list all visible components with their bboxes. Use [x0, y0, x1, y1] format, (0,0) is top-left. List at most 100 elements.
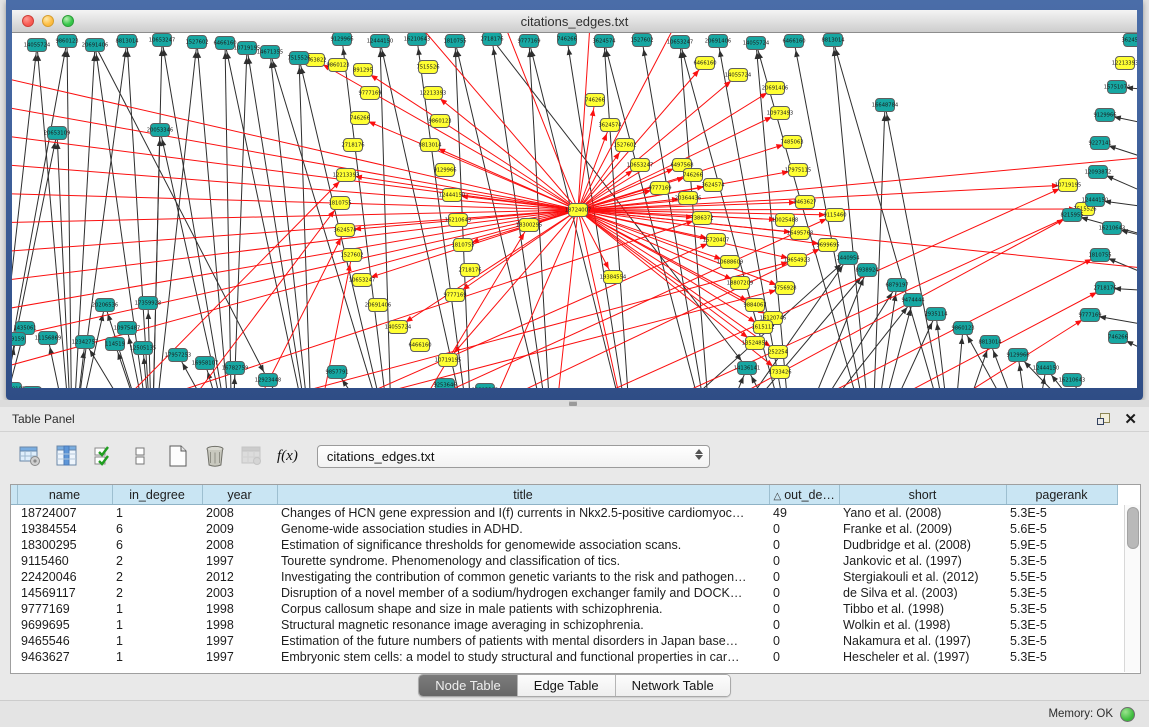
column-header-year[interactable]: year — [202, 485, 277, 505]
graph-edge[interactable] — [578, 210, 632, 388]
graph-edge[interactable] — [270, 52, 392, 388]
float-panel-icon[interactable] — [1097, 413, 1110, 426]
cell-name[interactable]: 18300295 — [17, 537, 112, 553]
graph-node[interactable]: 12213393 — [333, 169, 359, 182]
cell-short[interactable]: Nakamura et al. (1997) — [839, 633, 1006, 649]
graph-node[interactable]: 10688609 — [717, 256, 743, 269]
graph-node[interactable]: 8813014 — [978, 336, 1002, 349]
table-row[interactable]: 1456911722003Disruption of a novel membe… — [11, 585, 1117, 601]
tab-edge-table[interactable]: Edge Table — [518, 675, 616, 696]
graph-node[interactable]: 3624574 — [598, 119, 622, 132]
graph-node[interactable]: 14055724 — [725, 69, 752, 82]
window-titlebar[interactable]: citations_edges.txt — [12, 10, 1137, 33]
graph-node[interactable]: 18300295 — [516, 219, 542, 232]
graph-node[interactable]: 16782759 — [222, 362, 248, 375]
graph-node[interactable]: 9857791 — [325, 366, 348, 379]
graph-node[interactable]: 9129966 — [433, 164, 456, 177]
cell-out_degree[interactable]: 49 — [769, 505, 839, 522]
graph-node[interactable]: 8215955 — [1060, 209, 1083, 222]
cell-name[interactable]: 19384554 — [17, 521, 112, 537]
graph-node[interactable]: 17975115 — [785, 164, 811, 177]
graph-node[interactable]: 9129966 — [1093, 109, 1116, 122]
graph-node[interactable]: 10025488 — [772, 214, 798, 227]
cell-name[interactable]: 9465546 — [17, 633, 112, 649]
table-row[interactable]: 1938455462009Genome-wide association stu… — [11, 521, 1117, 537]
cell-year[interactable]: 2008 — [202, 505, 277, 522]
cell-in_degree[interactable]: 6 — [112, 521, 202, 537]
graph-node[interactable]: 20206536 — [92, 299, 118, 312]
graph-node[interactable]: 9860123 — [326, 59, 349, 72]
cell-name[interactable]: 18724007 — [17, 505, 112, 522]
graph-node[interactable]: 9253646 — [433, 379, 456, 389]
graph-node[interactable]: 9115460 — [823, 209, 846, 222]
graph-node[interactable]: 1810755 — [1088, 249, 1111, 262]
cell-in_degree[interactable]: 2 — [112, 569, 202, 585]
cell-name[interactable]: 9463627 — [17, 649, 112, 665]
graph-node[interactable]: 2718176 — [458, 264, 481, 277]
graph-node[interactable]: 10653247 — [667, 36, 693, 49]
graph-node[interactable]: 19384554 — [600, 271, 627, 284]
graph-node[interactable]: 3624574 — [333, 224, 357, 237]
graph-node[interactable]: 746266 — [557, 33, 577, 46]
graph-node[interactable]: 16210643 — [445, 214, 471, 227]
graph-node[interactable]: 9227141 — [1088, 137, 1111, 150]
cell-pagerank[interactable]: 5.5E-5 — [1006, 569, 1117, 585]
graph-node[interactable]: 10973493 — [767, 107, 793, 120]
graph-node[interactable]: 20364436 — [675, 192, 701, 205]
graph-node[interactable]: 16210643 — [1099, 222, 1125, 235]
graph-node[interactable]: 20691406 — [705, 35, 731, 48]
graph-node[interactable]: 9860123 — [55, 35, 78, 48]
graph-node[interactable]: 1527602 — [613, 139, 636, 152]
cell-short[interactable]: de Silva et al. (2003) — [839, 585, 1006, 601]
cell-in_degree[interactable]: 1 — [112, 617, 202, 633]
graph-edge[interactable] — [152, 40, 162, 388]
scrollbar-thumb[interactable] — [1127, 507, 1139, 549]
graph-node[interactable]: 12923448 — [255, 374, 281, 387]
graph-node[interactable]: 7485063 — [780, 136, 803, 149]
cell-title[interactable]: Estimation of the future numbers of pati… — [277, 633, 769, 649]
graph-edge[interactable] — [315, 60, 578, 210]
graph-node[interactable]: 19654923 — [784, 254, 810, 267]
column-header-title[interactable]: title — [277, 485, 769, 505]
graph-edge[interactable] — [885, 105, 952, 388]
graph-node[interactable]: 18724007 — [565, 204, 591, 217]
graph-node[interactable]: 12342757 — [72, 336, 98, 349]
graph-node[interactable]: 746266 — [350, 112, 370, 125]
graph-node[interactable]: 12213393 — [472, 384, 498, 389]
table-row[interactable]: 977716911998Corpus callosum shape and si… — [11, 601, 1117, 617]
delete-column-icon[interactable] — [240, 444, 264, 468]
graph-node[interactable]: 3624574 — [701, 179, 725, 192]
graph-node[interactable]: 20053346 — [147, 124, 173, 137]
graph-node[interactable]: 1810755 — [328, 197, 351, 210]
graph-node[interactable]: 12444150 — [439, 189, 465, 202]
graph-node[interactable]: 12093872 — [1085, 166, 1111, 179]
cell-out_degree[interactable]: 0 — [769, 601, 839, 617]
cell-name[interactable]: 9699695 — [17, 617, 112, 633]
graph-node[interactable]: 11156869 — [35, 332, 61, 345]
graph-edge[interactable] — [247, 48, 312, 388]
graph-edge[interactable] — [872, 105, 885, 388]
graph-node[interactable]: 20691406 — [365, 299, 391, 312]
graph-edge[interactable] — [12, 163, 578, 210]
cell-pagerank[interactable]: 5.3E-5 — [1006, 601, 1117, 617]
cell-name[interactable]: 22420046 — [17, 569, 112, 585]
cell-year[interactable]: 1997 — [202, 633, 277, 649]
column-header-pagerank[interactable]: pagerank — [1006, 485, 1117, 505]
graph-node[interactable]: 9474444 — [901, 294, 925, 307]
table-row[interactable]: 2242004622012Investigating the contribut… — [11, 569, 1117, 585]
graph-edge[interactable] — [952, 328, 963, 388]
graph-edge[interactable] — [578, 63, 705, 210]
graph-node[interactable]: 16495768 — [787, 227, 813, 240]
graph-node[interactable]: 20653109 — [44, 127, 70, 140]
tab-network-table[interactable]: Network Table — [616, 675, 730, 696]
cell-title[interactable]: Genome-wide association studies in ADHD. — [277, 521, 769, 537]
table-row[interactable]: 946362711997Embryonic stem cells: a mode… — [11, 649, 1117, 665]
graph-node[interactable]: 10975487 — [114, 322, 140, 335]
new-table-icon[interactable] — [166, 444, 190, 468]
graph-node[interactable]: 6879197 — [885, 279, 908, 292]
graph-edge[interactable] — [162, 40, 232, 388]
graph-edge[interactable] — [127, 328, 152, 388]
graph-node[interactable]: 16210643 — [404, 33, 430, 46]
graph-node[interactable]: 9777169 — [517, 35, 540, 48]
graph-node[interactable]: 9884067 — [743, 299, 766, 312]
